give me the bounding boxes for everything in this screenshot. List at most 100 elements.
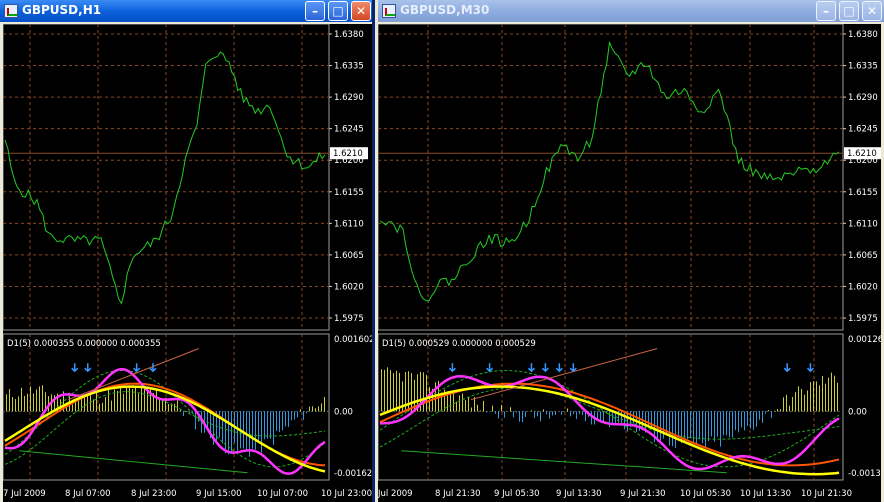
- maximize-button[interactable]: □: [839, 1, 859, 21]
- histogram-bar: [777, 408, 778, 412]
- minimize-button[interactable]: –: [816, 1, 836, 21]
- histogram-bar: [741, 411, 742, 428]
- close-button[interactable]: ✕: [862, 1, 882, 21]
- histogram-bar: [765, 411, 766, 414]
- histogram-bar: [501, 404, 502, 412]
- yellow-line: [379, 385, 840, 476]
- histogram-bar: [411, 373, 412, 412]
- divergence-line: [470, 348, 658, 401]
- histogram-bar: [714, 411, 715, 442]
- histogram-bar: [828, 377, 829, 412]
- histogram-bar: [429, 386, 430, 412]
- histogram-bar: [810, 382, 811, 412]
- histogram-bar: [732, 411, 733, 438]
- time-axis-label: 8 Jul 21:30: [435, 489, 481, 499]
- histogram-bar: [672, 411, 673, 447]
- histogram-bar: [306, 411, 307, 414]
- chart-window-h1[interactable]: GBPUSD,H1 – □ ✕ 1.6380 1.6335 1.6290 1.6245…: [0, 0, 375, 502]
- histogram-bar: [792, 397, 793, 412]
- histogram-bar: [156, 389, 157, 412]
- current-price-label: 1.6210: [847, 149, 877, 159]
- histogram-bar: [222, 411, 223, 444]
- price-axis-label: 1.6335: [334, 62, 364, 72]
- histogram-bar: [246, 411, 247, 452]
- histogram-bar: [669, 411, 670, 446]
- maximize-button[interactable]: □: [328, 1, 348, 21]
- time-axis-label: 9 Jul 05:30: [494, 489, 540, 499]
- histogram-bar: [546, 411, 547, 415]
- price-axis-label: 1.6020: [334, 282, 364, 292]
- price-axis-label: 1.6245: [848, 125, 878, 135]
- histogram-bar: [318, 406, 319, 412]
- histogram-bar: [42, 385, 43, 412]
- time-axis-label: 10 Jul 23:00: [321, 489, 372, 499]
- histogram-bar: [783, 397, 784, 412]
- histogram-bar: [15, 399, 16, 412]
- window-title: GBPUSD,H1: [22, 3, 102, 17]
- histogram-bar: [582, 411, 583, 416]
- histogram-bar: [468, 396, 469, 412]
- histogram-bar: [768, 410, 769, 412]
- histogram-bar: [279, 411, 280, 433]
- histogram-bar: [831, 372, 832, 412]
- histogram-bar: [555, 411, 556, 415]
- price-axis-label: 1.6380: [334, 30, 364, 40]
- indicator-axis-label: -0.00137: [848, 469, 881, 479]
- histogram-bar: [138, 393, 139, 412]
- time-axis-label: 10 Jul 21:30: [801, 489, 852, 499]
- histogram-bar: [495, 411, 496, 414]
- price-axis-label: 1.6110: [848, 219, 878, 229]
- title-bar[interactable]: GBPUSD,H1 – □ ✕: [0, 0, 372, 22]
- down-arrow-icon: [783, 363, 791, 373]
- histogram-bar: [492, 405, 493, 412]
- histogram-bar: [789, 405, 790, 412]
- histogram-bar: [129, 386, 130, 412]
- price-axis-label: 1.6245: [334, 125, 364, 135]
- histogram-bar: [834, 375, 835, 412]
- histogram-bar: [699, 411, 700, 440]
- down-arrow-icon: [71, 363, 79, 373]
- chart-area[interactable]: 1.63801.63351.62901.62451.62001.61551.61…: [378, 24, 881, 502]
- price-axis-label: 1.6290: [334, 93, 364, 103]
- histogram-bar: [780, 409, 781, 412]
- price-axis-label: 1.6290: [848, 93, 878, 103]
- down-arrow-icon: [541, 363, 549, 373]
- histogram-bar: [123, 393, 124, 412]
- histogram-bar: [753, 411, 754, 431]
- price-axis-label: 1.6380: [848, 30, 878, 40]
- window-title: GBPUSD,M30: [400, 3, 490, 17]
- price-axis-label: 1.6110: [334, 219, 364, 229]
- histogram-bar: [387, 367, 388, 412]
- histogram-bar: [30, 386, 31, 412]
- histogram-bar: [144, 386, 145, 412]
- histogram-bar: [612, 411, 613, 424]
- chart-area[interactable]: 1.63801.63351.62901.62451.62001.61551.61…: [3, 24, 372, 502]
- histogram-bar: [177, 400, 178, 412]
- title-bar[interactable]: GBPUSD,M30 – □ ✕: [378, 0, 884, 22]
- histogram-bar: [39, 386, 40, 412]
- time-axis-label: 7 Jul 2009: [3, 489, 46, 499]
- indicator-axis-label: 0.001269: [848, 335, 881, 345]
- histogram-bar: [660, 411, 661, 441]
- histogram-bar: [195, 411, 196, 430]
- time-axis-label: Jul 2009: [378, 489, 413, 499]
- histogram-bar: [462, 393, 463, 412]
- histogram-bar: [483, 400, 484, 412]
- price-line: [4, 51, 326, 305]
- histogram-bar: [180, 409, 181, 412]
- histogram-bar: [141, 384, 142, 412]
- histogram-bar: [276, 411, 277, 431]
- histogram-bar: [534, 411, 535, 418]
- indicator-label: D1(5) 0.000355 0.000000 0.000355: [7, 339, 161, 349]
- histogram-bar: [696, 411, 697, 445]
- time-axis-label: 10 Jul 07:00: [257, 489, 308, 499]
- histogram-bar: [396, 370, 397, 412]
- histogram-bar: [816, 381, 817, 412]
- price-axis-label: 1.6155: [848, 188, 878, 198]
- close-button[interactable]: ✕: [351, 1, 371, 21]
- histogram-bar: [393, 373, 394, 412]
- histogram-bar: [573, 411, 574, 414]
- minimize-button[interactable]: –: [305, 1, 325, 21]
- histogram-bar: [570, 411, 571, 417]
- chart-window-m30[interactable]: GBPUSD,M30 – □ ✕ 1.6380 1.6335 1.6290 1.624…: [378, 0, 884, 502]
